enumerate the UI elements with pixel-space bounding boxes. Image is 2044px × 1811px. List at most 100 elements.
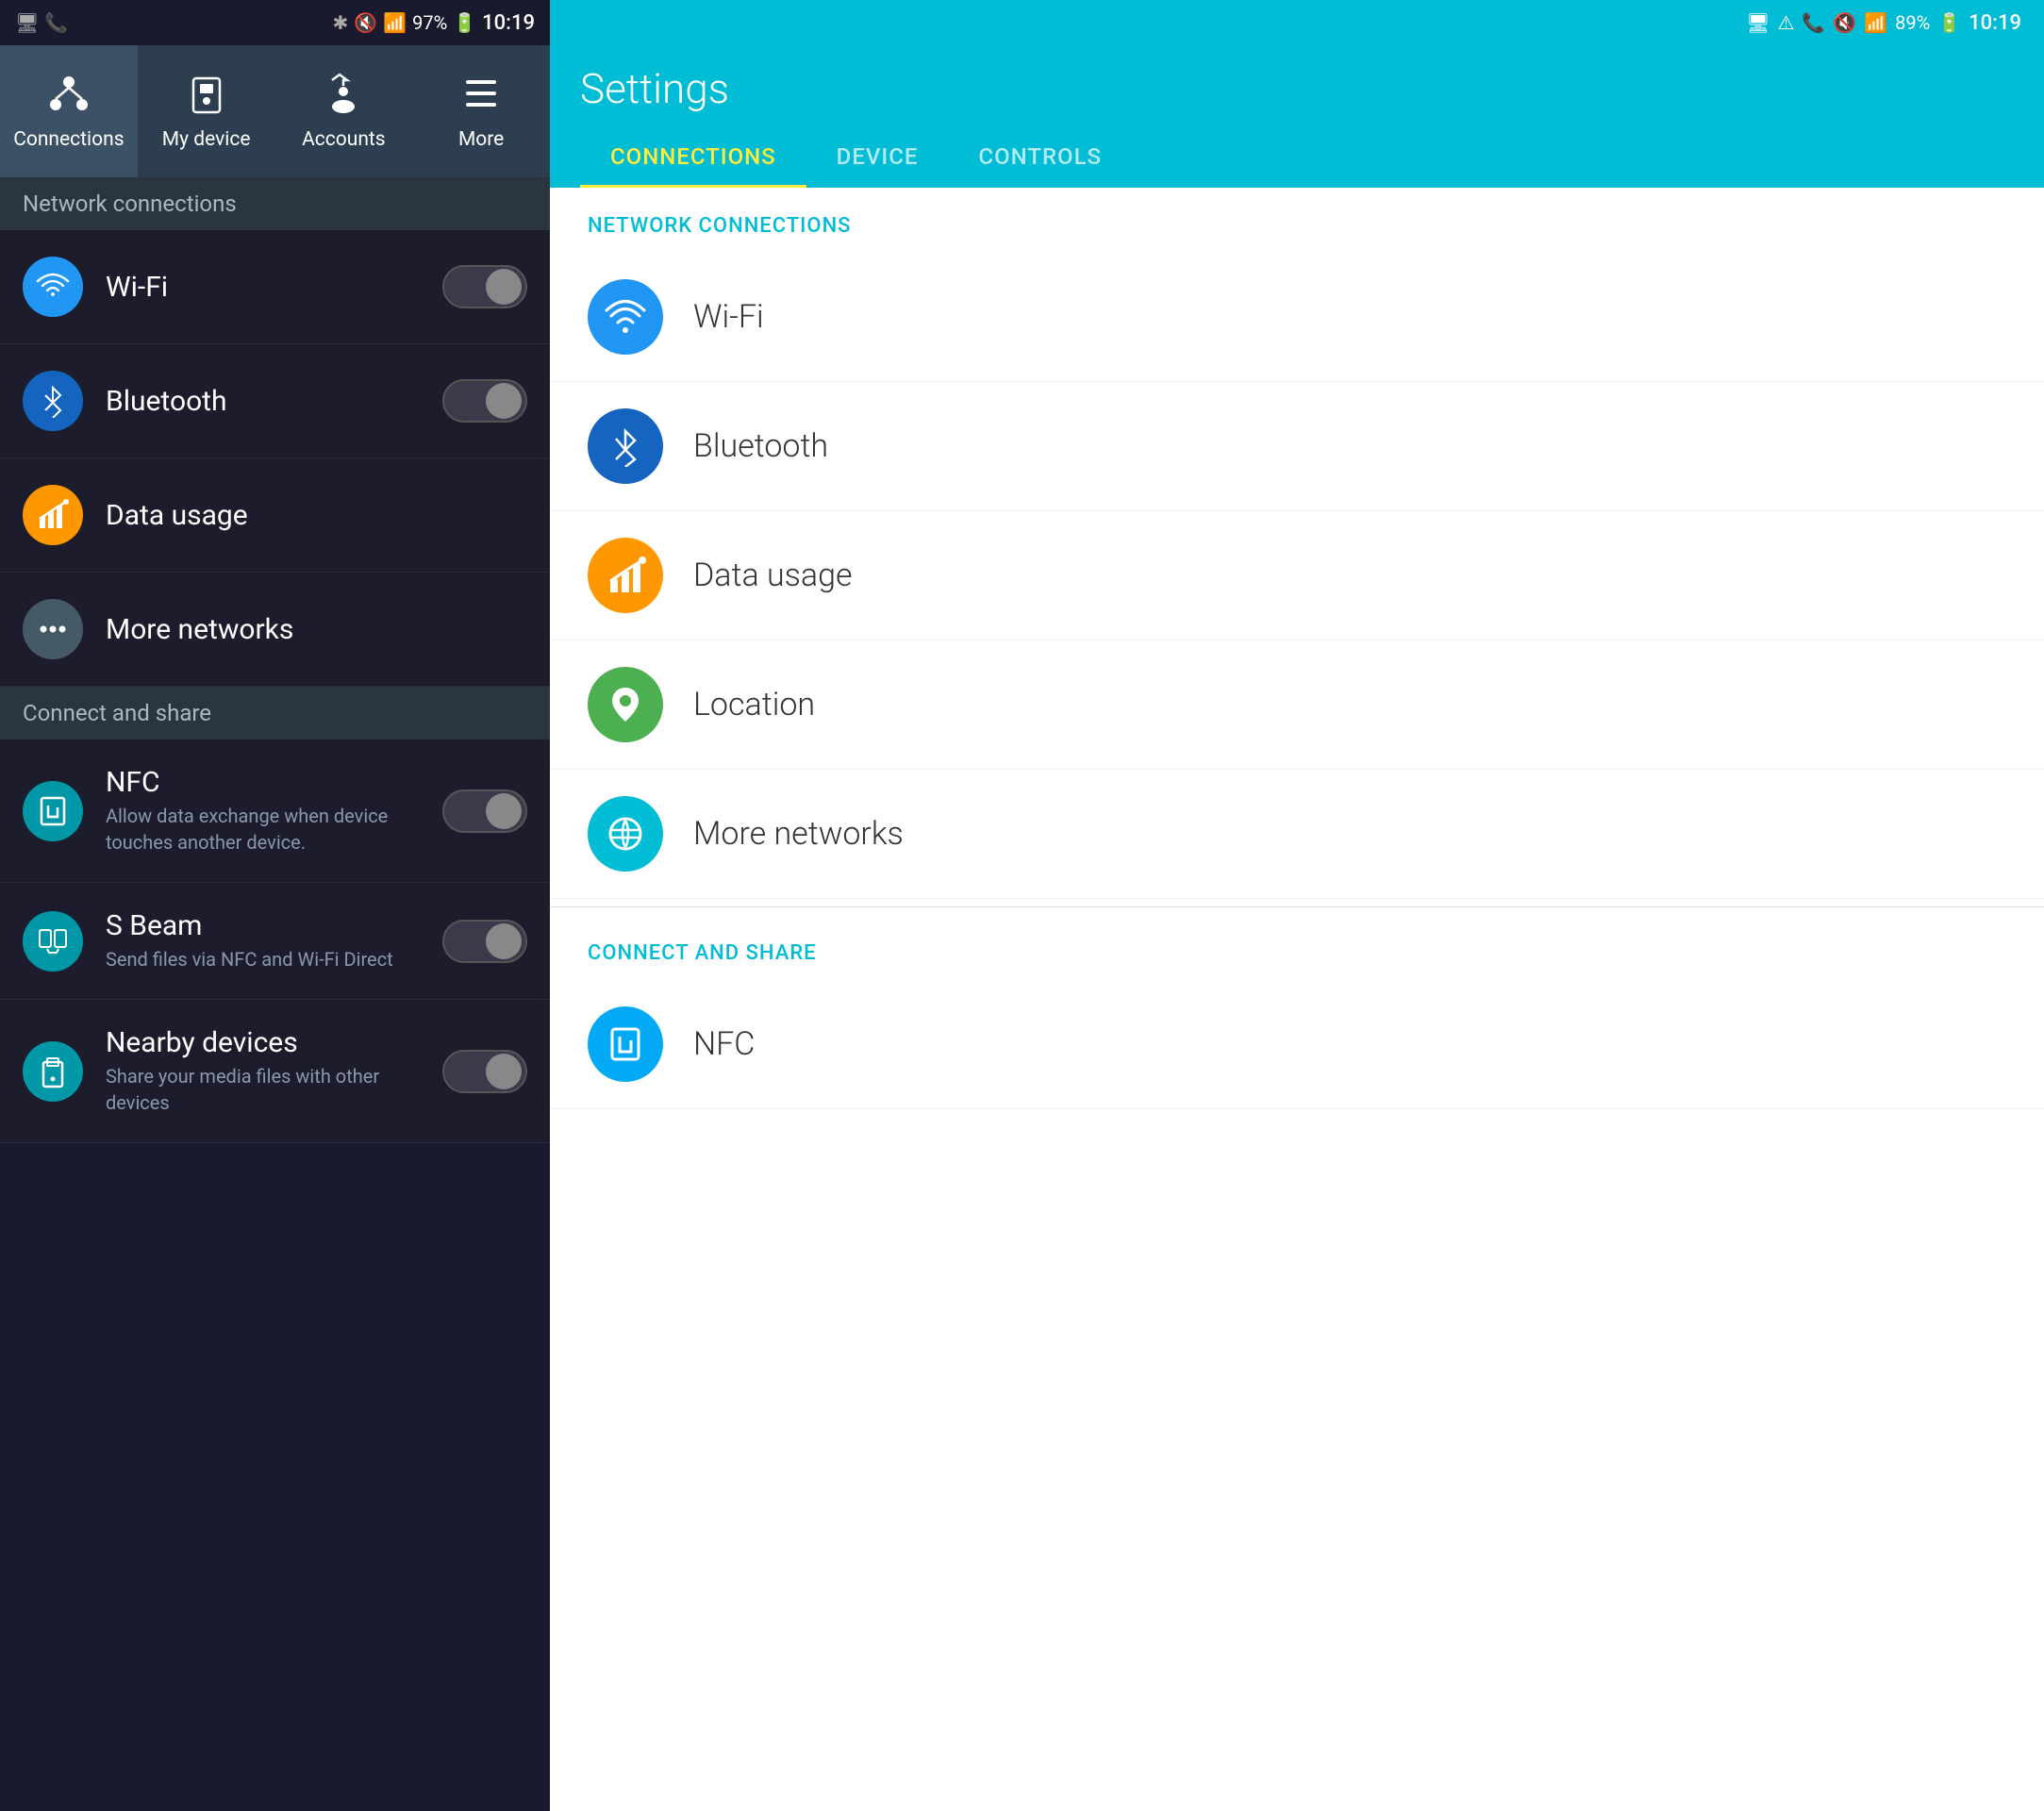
- bluetooth-label-left: Bluetooth: [106, 385, 420, 418]
- nfc-text-left: NFC Allow data exchange when device touc…: [106, 766, 420, 856]
- bluetooth-label-right: Bluetooth: [693, 427, 828, 465]
- battery-icon-left: 🔋: [453, 11, 476, 34]
- wifi-icon-left: [23, 257, 83, 317]
- battery-icon-right: 🔋: [1937, 11, 1961, 34]
- left-panel: 🖥 📞 ✱ 🔇 📶 97% 🔋 10:19 Connecti: [0, 0, 550, 1811]
- tab-controls-right[interactable]: CONTROLS: [948, 128, 1132, 188]
- tab-more-left[interactable]: More: [412, 45, 550, 177]
- tab-bar-right: CONNECTIONS DEVICE CONTROLS: [580, 128, 2014, 188]
- wifi-label-left: Wi-Fi: [106, 271, 420, 304]
- nfc-toggle-left[interactable]: [442, 789, 527, 833]
- wifi-toggle-left[interactable]: [442, 265, 527, 308]
- section-divider-right: [550, 906, 2044, 907]
- more-networks-icon-left: [23, 599, 83, 659]
- sbeam-text-left: S Beam Send files via NFC and Wi-Fi Dire…: [106, 909, 420, 972]
- nearby-item-left[interactable]: Nearby devices Share your media files wi…: [0, 1000, 550, 1143]
- status-icons-right: ✱ 🔇 📶 97% 🔋 10:19: [333, 11, 535, 35]
- connections-tab-icon: [48, 73, 90, 121]
- nearby-subtitle-left: Share your media files with other device…: [106, 1063, 420, 1116]
- location-item-right[interactable]: Location: [550, 640, 2044, 770]
- location-icon-right: [588, 667, 663, 742]
- left-nav-tabs: Connections My device Accounts: [0, 45, 550, 177]
- wifi-item-right[interactable]: Wi-Fi: [550, 253, 2044, 382]
- my-device-tab-icon: [186, 73, 227, 121]
- mute-icon: 🔇: [354, 11, 377, 34]
- nfc-item-left[interactable]: NFC Allow data exchange when device touc…: [0, 739, 550, 883]
- tab-connections-right[interactable]: CONNECTIONS: [580, 128, 806, 188]
- warning-icon-right: ⚠: [1777, 11, 1794, 34]
- bluetooth-status-icon: ✱: [333, 11, 349, 34]
- data-usage-icon-left: [23, 485, 83, 545]
- sbeam-subtitle-left: Send files via NFC and Wi-Fi Direct: [106, 946, 420, 972]
- bluetooth-text-left: Bluetooth: [106, 385, 420, 418]
- status-icons-right-panel: 🖥 ⚠ 📞 🔇 📶 89% 🔋 10:19: [1746, 11, 2021, 35]
- network-connections-header-left: Network connections: [0, 177, 550, 230]
- battery-percent-right: 89%: [1895, 11, 1930, 34]
- accounts-tab-label: Accounts: [302, 128, 386, 151]
- more-tab-label: More: [458, 128, 504, 151]
- tab-accounts-left[interactable]: Accounts: [275, 45, 413, 177]
- bluetooth-icon-left: [23, 371, 83, 431]
- more-networks-icon-right: [588, 796, 663, 872]
- nearby-toggle-left[interactable]: [442, 1050, 527, 1093]
- sbeam-icon-left: [23, 911, 83, 972]
- nfc-icon-left: [23, 781, 83, 841]
- more-networks-item-right[interactable]: More networks: [550, 770, 2044, 899]
- accounts-tab-icon: [323, 73, 364, 121]
- sbeam-toggle-knob-left: [486, 923, 522, 959]
- wifi-toggle-knob-left: [486, 269, 522, 305]
- nfc-label-right: NFC: [693, 1025, 755, 1063]
- screen-icon-right: 🖥: [1746, 11, 1770, 34]
- signal-icon-right: 📶: [1864, 11, 1887, 34]
- app-header-right: Settings CONNECTIONS DEVICE CONTROLS: [550, 45, 2044, 188]
- connect-share-header-right: CONNECT AND SHARE: [550, 915, 2044, 980]
- right-panel: 🖥 ⚠ 📞 🔇 📶 89% 🔋 10:19 Settings CONNECTIO…: [550, 0, 2044, 1811]
- data-usage-label-right: Data usage: [693, 557, 853, 594]
- more-tab-icon: [460, 73, 502, 121]
- status-icons-left: 🖥 📞: [15, 11, 68, 34]
- mute-icon-right: 🔇: [1833, 11, 1856, 34]
- nfc-item-right[interactable]: NFC: [550, 980, 2044, 1109]
- tab-device-right[interactable]: DEVICE: [806, 128, 949, 188]
- sbeam-label-left: S Beam: [106, 909, 420, 942]
- data-usage-icon-right: [588, 538, 663, 613]
- screen-icon: 🖥: [15, 11, 39, 34]
- right-content: NETWORK CONNECTIONS Wi-Fi: [550, 188, 2044, 1811]
- tab-connections-left[interactable]: Connections: [0, 45, 138, 177]
- status-bar-right: 🖥 ⚠ 📞 🔇 📶 89% 🔋 10:19: [550, 0, 2044, 45]
- more-networks-text-left: More networks: [106, 613, 527, 646]
- wifi-label-right: Wi-Fi: [693, 298, 764, 336]
- nfc-subtitle-left: Allow data exchange when device touches …: [106, 803, 420, 856]
- nearby-toggle-knob-left: [486, 1054, 522, 1089]
- nearby-label-left: Nearby devices: [106, 1026, 420, 1059]
- bluetooth-toggle-knob-left: [486, 383, 522, 419]
- bluetooth-icon-right: [588, 408, 663, 484]
- tab-my-device-left[interactable]: My device: [138, 45, 275, 177]
- sbeam-toggle-left[interactable]: [442, 920, 527, 963]
- wifi-item-left[interactable]: Wi-Fi: [0, 230, 550, 344]
- more-networks-label-left: More networks: [106, 613, 527, 646]
- nearby-text-left: Nearby devices Share your media files wi…: [106, 1026, 420, 1116]
- my-device-tab-label: My device: [162, 128, 251, 151]
- bluetooth-item-left[interactable]: Bluetooth: [0, 344, 550, 458]
- nfc-toggle-knob-left: [486, 793, 522, 829]
- connect-share-header-left: Connect and share: [0, 687, 550, 739]
- wifi-icon-right: [588, 279, 663, 355]
- more-networks-item-left[interactable]: More networks: [0, 573, 550, 687]
- connections-tab-label: Connections: [13, 128, 124, 151]
- signal-icon: 📶: [383, 11, 407, 34]
- status-bar-left: 🖥 📞 ✱ 🔇 📶 97% 🔋 10:19: [0, 0, 550, 45]
- more-networks-label-right: More networks: [693, 815, 904, 853]
- sbeam-item-left[interactable]: S Beam Send files via NFC and Wi-Fi Dire…: [0, 883, 550, 1000]
- data-usage-item-right[interactable]: Data usage: [550, 511, 2044, 640]
- nfc-label-left: NFC: [106, 766, 420, 799]
- wifi-text-left: Wi-Fi: [106, 271, 420, 304]
- data-usage-label-left: Data usage: [106, 499, 527, 532]
- time-right: 10:19: [1969, 11, 2021, 35]
- call-icon-right: 📞: [1802, 11, 1825, 34]
- location-label-right: Location: [693, 686, 815, 723]
- bluetooth-toggle-left[interactable]: [442, 379, 527, 423]
- bluetooth-item-right[interactable]: Bluetooth: [550, 382, 2044, 511]
- nearby-icon-left: [23, 1041, 83, 1102]
- data-usage-item-left[interactable]: Data usage: [0, 458, 550, 573]
